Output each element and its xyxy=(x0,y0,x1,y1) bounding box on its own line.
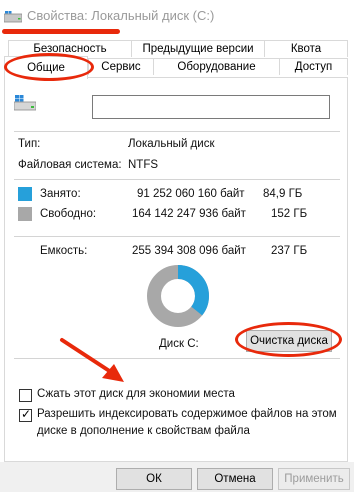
tab-quota[interactable]: Квота xyxy=(264,40,348,57)
capacity-label: Емкость: xyxy=(40,245,88,257)
tab-tools[interactable]: Сервис xyxy=(88,58,154,75)
capacity-size: 237 ГБ xyxy=(271,245,308,257)
drive-icon xyxy=(4,11,22,23)
used-color-swatch xyxy=(18,187,32,201)
used-label: Занято: xyxy=(40,188,81,200)
checkmark-icon: ✓ xyxy=(21,407,32,421)
apply-button[interactable]: Применить xyxy=(278,468,350,490)
free-label: Свободно: xyxy=(40,208,97,220)
index-label-line2: диске в дополнение к свойствам файла xyxy=(37,425,250,437)
compress-checkbox[interactable] xyxy=(19,389,32,402)
disk-cleanup-button[interactable]: Очистка диска xyxy=(246,330,332,352)
window-title: Свойства: Локальный диск (C:) xyxy=(27,8,215,23)
index-checkbox[interactable]: ✓ xyxy=(19,407,32,422)
type-value: Локальный диск xyxy=(128,138,215,150)
filesystem-value: NTFS xyxy=(128,159,159,171)
compress-label: Сжать этот диск для экономии места xyxy=(37,388,235,400)
free-color-swatch xyxy=(18,207,32,221)
tab-security[interactable]: Безопасность xyxy=(8,40,132,57)
type-label: Тип: xyxy=(18,138,41,150)
divider xyxy=(14,236,340,237)
ok-button[interactable]: ОК xyxy=(116,468,192,490)
tab-sharing[interactable]: Доступ xyxy=(279,58,348,75)
annotation-underline xyxy=(2,29,120,34)
usage-donut-chart xyxy=(147,265,209,327)
annotation-arrow xyxy=(60,338,124,382)
free-bytes: 164 142 247 936 байт xyxy=(132,208,246,220)
free-size: 152 ГБ xyxy=(271,208,308,220)
disk-label: Диск C: xyxy=(159,338,199,350)
used-size: 84,9 ГБ xyxy=(263,188,303,200)
tab-previous-versions[interactable]: Предыдущие версии xyxy=(131,40,265,57)
divider xyxy=(14,131,340,132)
drive-icon xyxy=(14,95,36,111)
drive-name-input[interactable] xyxy=(92,95,330,119)
used-bytes: 91 252 060 160 байт xyxy=(137,188,245,200)
divider xyxy=(14,179,340,180)
tab-hardware[interactable]: Оборудование xyxy=(153,58,280,75)
index-label-line1: Разрешить индексировать содержимое файло… xyxy=(37,408,337,420)
filesystem-label: Файловая система: xyxy=(18,159,122,171)
capacity-bytes: 255 394 308 096 байт xyxy=(132,245,246,257)
title-bar: Свойства: Локальный диск (C:) xyxy=(0,0,354,34)
tab-strip: Безопасность Предыдущие версии Квота Общ… xyxy=(0,38,354,79)
tab-general[interactable]: Общие xyxy=(4,56,88,79)
cancel-button[interactable]: Отмена xyxy=(197,468,273,490)
